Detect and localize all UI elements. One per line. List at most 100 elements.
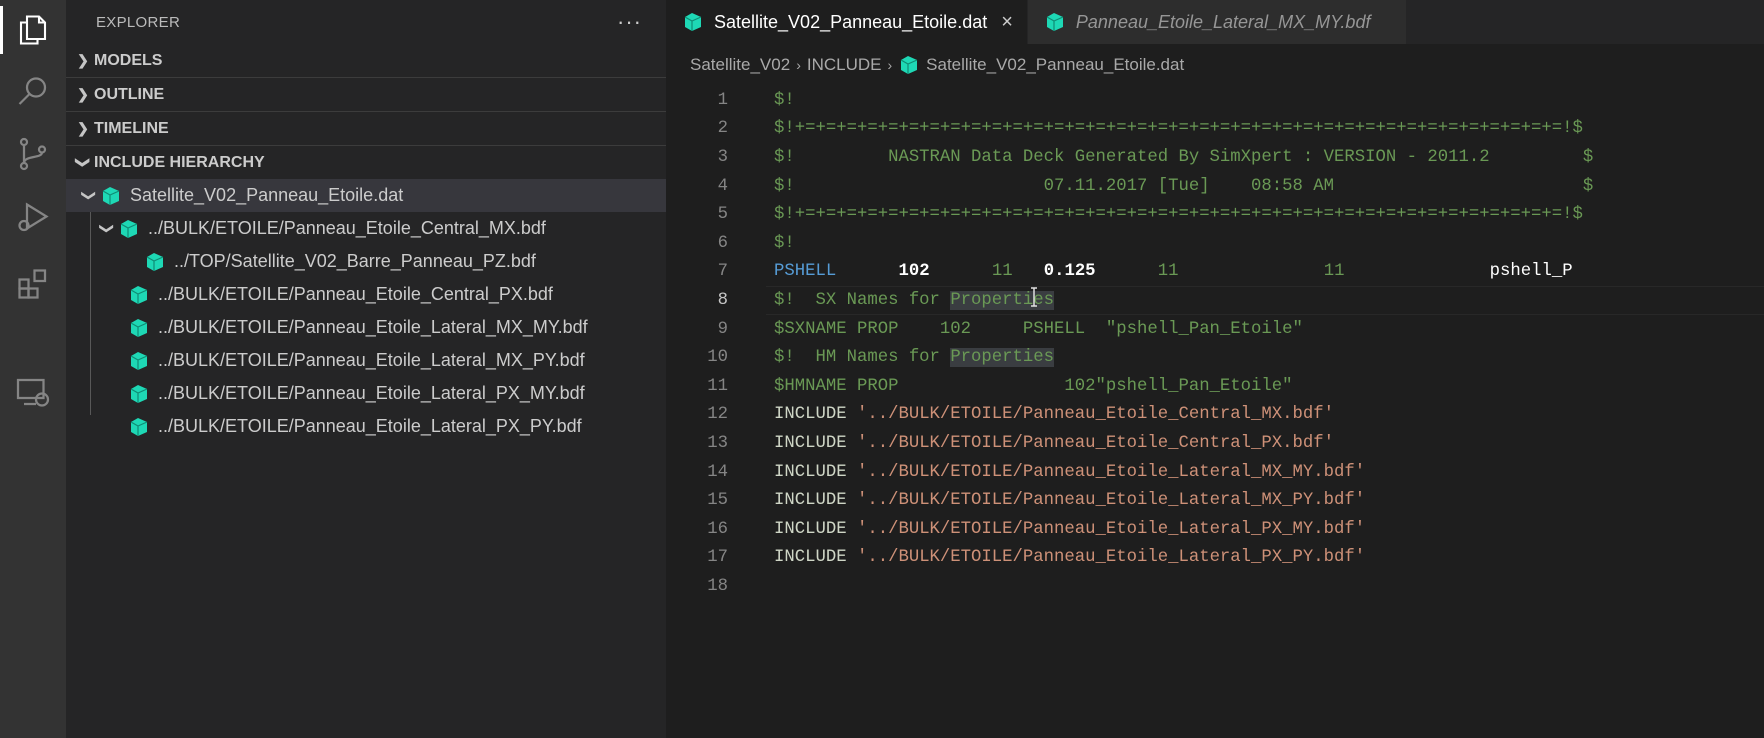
tree-item-label: ../BULK/ETOILE/Panneau_Etoile_Lateral_PX… [158, 383, 585, 403]
chevron-right-icon: ❯ [77, 52, 89, 68]
search-icon[interactable] [0, 64, 66, 120]
chevron-down-icon: ❯ [81, 189, 98, 202]
nastran-file-icon [130, 417, 148, 436]
remote-explorer-icon[interactable] [0, 364, 66, 420]
include-keyword: INCLUDE [774, 519, 847, 539]
code-text: $! [774, 233, 795, 253]
search-highlight: Properties [950, 290, 1055, 310]
include-keyword: INCLUDE [774, 462, 847, 482]
line-number: 16 [707, 519, 728, 539]
section-outline[interactable]: ❯ OUTLINE [66, 77, 666, 111]
code-line: 3 $! NASTRAN Data Deck Generated By SimXp… [666, 143, 1764, 172]
nastran-file-icon [684, 13, 702, 31]
extensions-icon[interactable] [0, 256, 66, 312]
code-line: 17 INCLUDE '../BULK/ETOILE/Panneau_Etoile… [666, 544, 1764, 573]
source-control-icon[interactable] [0, 126, 66, 182]
nastran-file-icon [102, 186, 120, 205]
line-number: 9 [717, 319, 728, 339]
value: pshell_P [1489, 262, 1573, 282]
tree-item[interactable]: ../BULK/ETOILE/Panneau_Etoile_Lateral_PX… [66, 377, 666, 410]
chevron-down-icon: ❯ [75, 156, 92, 169]
code-line: 18 [666, 572, 1764, 601]
code-text: PSHELL 102 11 0.125 11 11 pshell_P [774, 262, 1573, 281]
line-number: 10 [707, 348, 728, 368]
section-label: OUTLINE [94, 85, 165, 103]
code-line: 2 $!+=+=+=+=+=+=+=+=+=+=+=+=+=+=+=+=+=+=+… [666, 115, 1764, 144]
code-editor[interactable]: 1 $! 2 $!+=+=+=+=+=+=+=+=+=+=+=+=+=+=+=+=+… [666, 86, 1764, 601]
value: 11 [991, 262, 1013, 282]
close-icon[interactable]: × [1001, 11, 1013, 34]
code-text: $! NASTRAN Data Deck Generated By SimXpe… [774, 147, 1594, 167]
line-number: 17 [707, 548, 728, 568]
tree-item-label: Satellite_V02_Panneau_Etoile.dat [130, 185, 404, 205]
section-label: INCLUDE HIERARCHY [94, 153, 265, 171]
tree-item[interactable]: ../BULK/ETOILE/Panneau_Etoile_Lateral_MX… [66, 344, 666, 377]
tree-item-label: ../TOP/Satellite_V02_Barre_Panneau_PZ.bd… [174, 251, 536, 271]
explorer-header: EXPLORER ··· [66, 0, 666, 44]
code-text: INCLUDE '../BULK/ETOILE/Panneau_Etoile_L… [774, 491, 1365, 510]
tree-item[interactable]: ../TOP/Satellite_V02_Barre_Panneau_PZ.bd… [66, 245, 666, 278]
tree-item[interactable]: ../BULK/ETOILE/Panneau_Etoile_Lateral_MX… [66, 311, 666, 344]
tree-item-label: ../BULK/ETOILE/Panneau_Etoile_Lateral_PX… [158, 416, 582, 436]
include-path: '../BULK/ETOILE/Panneau_Etoile_Lateral_M… [856, 491, 1366, 511]
code-line: 15 INCLUDE '../BULK/ETOILE/Panneau_Etoile… [666, 486, 1764, 515]
tree-item-label: ../BULK/ETOILE/Panneau_Etoile_Lateral_MX… [158, 350, 585, 370]
nastran-file-icon [130, 351, 148, 370]
code-line: 10 $! HM Names for Properties [666, 343, 1764, 372]
code-text: $! [774, 90, 795, 110]
run-debug-icon[interactable] [0, 190, 66, 246]
chevron-right-icon: › [796, 57, 801, 73]
include-keyword: INCLUDE [774, 405, 847, 425]
line-number: 11 [707, 376, 728, 396]
breadcrumb-item[interactable]: Satellite_V02_Panneau_Etoile.dat [926, 55, 1184, 75]
section-label: MODELS [94, 51, 163, 69]
code-line: 7 PSHELL 102 11 0.125 11 11 pshell_P [666, 258, 1764, 287]
line-number: 3 [717, 147, 728, 167]
chevron-down-icon: ❯ [99, 222, 116, 235]
tree-item-root[interactable]: ❯ Satellite_V02_Panneau_Etoile.dat [66, 179, 666, 212]
line-number: 12 [707, 405, 728, 425]
value: 11 [1157, 262, 1179, 282]
line-number: 18 [707, 576, 728, 596]
chevron-right-icon: ❯ [77, 86, 89, 102]
nastran-file-icon [1046, 13, 1064, 31]
code-text: $!+=+=+=+=+=+=+=+=+=+=+=+=+=+=+=+=+=+=+=… [774, 119, 1583, 139]
line-number: 4 [717, 176, 728, 196]
more-actions-icon[interactable]: ··· [617, 11, 642, 33]
tab-inactive[interactable]: Panneau_Etoile_Lateral_MX_MY.bdf [1027, 0, 1408, 44]
code-line: 16 INCLUDE '../BULK/ETOILE/Panneau_Etoile… [666, 515, 1764, 544]
explorer-title: EXPLORER [96, 13, 181, 31]
text-cursor-icon [1031, 287, 1037, 307]
value: 102 [898, 262, 930, 282]
tab-active[interactable]: Satellite_V02_Panneau_Etoile.dat × [666, 0, 1028, 44]
include-path: '../BULK/ETOILE/Panneau_Etoile_Lateral_P… [856, 548, 1366, 568]
breadcrumb: Satellite_V02 › INCLUDE › Satellite_V02_… [666, 44, 1764, 86]
section-timeline[interactable]: ❯ TIMELINE [66, 111, 666, 145]
tree-item[interactable]: ../BULK/ETOILE/Panneau_Etoile_Central_PX… [66, 278, 666, 311]
section-label: TIMELINE [94, 119, 169, 137]
section-include-hierarchy[interactable]: ❯ INCLUDE HIERARCHY [66, 145, 666, 179]
breadcrumb-item[interactable]: INCLUDE [807, 55, 882, 75]
section-models[interactable]: ❯ MODELS [66, 44, 666, 77]
include-path: '../BULK/ETOILE/Panneau_Etoile_Lateral_P… [856, 519, 1366, 539]
code-text: INCLUDE '../BULK/ETOILE/Panneau_Etoile_L… [774, 463, 1365, 482]
code-text: $! HM Names for Properties [774, 348, 1055, 368]
tab-label: Panneau_Etoile_Lateral_MX_MY.bdf [1075, 11, 1371, 32]
tree-item[interactable]: ❯ ../BULK/ETOILE/Panneau_Etoile_Central_… [66, 212, 666, 245]
line-number: 1 [717, 90, 728, 110]
tree-item[interactable]: ../BULK/ETOILE/Panneau_Etoile_Lateral_PX… [66, 410, 666, 443]
comment-text: $! HM Names for [774, 348, 951, 368]
tab-bar: Satellite_V02_Panneau_Etoile.dat × Panne… [666, 0, 1764, 44]
breadcrumb-item[interactable]: Satellite_V02 [690, 55, 790, 75]
include-keyword: INCLUDE [774, 548, 847, 568]
code-line: 12 INCLUDE '../BULK/ETOILE/Panneau_Etoile… [666, 401, 1764, 430]
code-line: 6 $! [666, 229, 1764, 258]
nastran-file-icon [900, 56, 918, 74]
explorer-icon[interactable] [0, 2, 66, 58]
code-line: 9 $SXNAME PROP 102 PSHELL "pshell_Pan_Eto… [666, 315, 1764, 344]
code-text: $! 07.11.2017 [Tue] 08:58 AM $ [774, 176, 1594, 196]
code-line: 1 $! [666, 86, 1764, 115]
comment-text: $! SX Names for [774, 290, 951, 310]
code-line: 11 $HMNAME PROP 102"pshell_Pan_Etoile" [666, 372, 1764, 401]
explorer-sidebar: EXPLORER ··· ❯ MODELS ❯ OUTLINE ❯ TIMELI… [66, 0, 666, 738]
